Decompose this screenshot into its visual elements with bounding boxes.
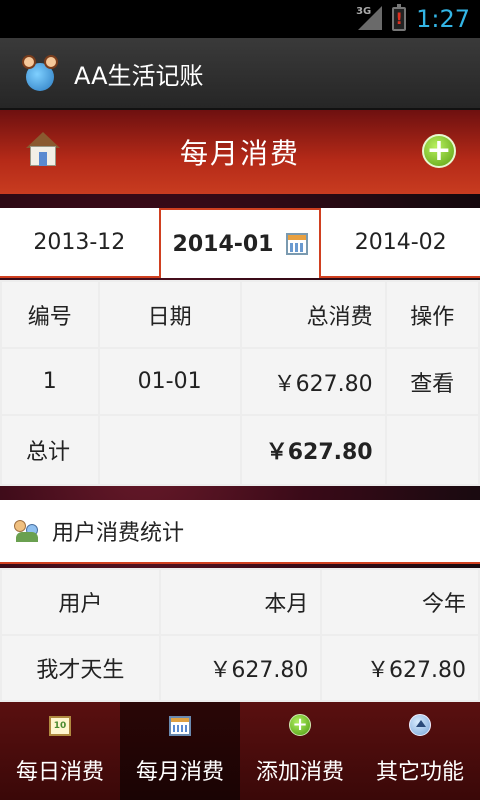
cell-total: ￥627.80 [239,347,387,416]
tab-label: 2014-01 [172,231,274,257]
nav-label: 添加消费 [255,760,344,785]
nav-daily-expense[interactable]: 每日消费 [0,702,120,800]
battery-alert-icon: ! [392,4,407,31]
network-type: 3G [356,6,372,17]
cell-empty [384,414,480,486]
table-header-row: 编号 日期 总消费 操作 [0,280,480,349]
app-title: AA生活记账 [74,61,204,90]
column-header: 日期 [97,280,242,349]
month-tabs: 2013-12 2014-01 2014-02 [0,208,480,278]
user-stats-table: 用户 本月 今年 我才天生 ￥627.80 ￥627.80 [0,568,480,702]
section-title: 用户消费统计 [52,521,185,546]
table-row: 我才天生 ￥627.80 ￥627.80 [0,634,480,702]
tab-label: 2013-12 [33,229,126,255]
signal-icon: 3G [356,6,383,32]
home-icon[interactable] [26,132,60,168]
nav-add-expense[interactable]: + 添加消费 [240,702,360,800]
column-header: 总消费 [239,280,387,349]
add-icon: + [289,714,311,736]
cell-id: 1 [0,347,100,416]
nav-label: 每月消费 [135,760,224,785]
view-button[interactable]: 查看 [384,347,480,416]
nav-monthly-expense[interactable]: 每月消费 [120,702,240,800]
nav-other-functions[interactable]: 其它功能 [360,702,480,800]
tab-next-month[interactable]: 2014-02 [321,208,480,276]
calendar-icon[interactable] [285,233,308,255]
column-header: 用户 [0,568,161,636]
monthly-calendar-icon [169,716,191,736]
app-logo-icon [20,53,60,93]
table-row: 1 01-01 ￥627.80 查看 [0,347,480,416]
add-icon[interactable]: + [422,134,456,168]
daily-calendar-icon [49,716,71,736]
cell-empty [97,414,242,486]
column-header: 今年 [320,568,480,636]
totals-value: ￥627.80 [239,414,387,486]
column-header: 操作 [384,280,480,349]
cell-month-total: ￥627.80 [158,634,323,702]
tab-previous-month[interactable]: 2013-12 [0,208,159,276]
tab-label: 2014-02 [354,229,447,255]
bottom-nav: 每日消费 每月消费 + 添加消费 其它功能 [0,702,480,800]
status-bar: 3G ! 1:27 [0,0,480,38]
user-stats-header: 用户消费统计 [0,500,480,564]
tab-current-month[interactable]: 2014-01 [158,208,322,278]
page-header: 每月消费 + [0,110,480,194]
app-action-bar: AA生活记账 [0,38,480,110]
monthly-expense-table: 编号 日期 总消费 操作 1 01-01 ￥627.80 查看 总计 ￥627.… [0,280,480,486]
totals-row: 总计 ￥627.80 [0,414,480,486]
column-header: 本月 [158,568,323,636]
cell-date: 01-01 [97,347,242,416]
table-header-row: 用户 本月 今年 [0,568,480,636]
page-title: 每月消费 [179,137,300,170]
nav-label: 每日消费 [15,760,104,785]
totals-label: 总计 [0,414,100,486]
users-icon [14,520,40,542]
cell-user: 我才天生 [0,634,161,702]
cell-year-total: ￥627.80 [320,634,480,702]
eject-icon [409,714,431,736]
clock: 1:27 [416,5,470,33]
column-header: 编号 [0,280,100,349]
nav-label: 其它功能 [375,760,464,785]
